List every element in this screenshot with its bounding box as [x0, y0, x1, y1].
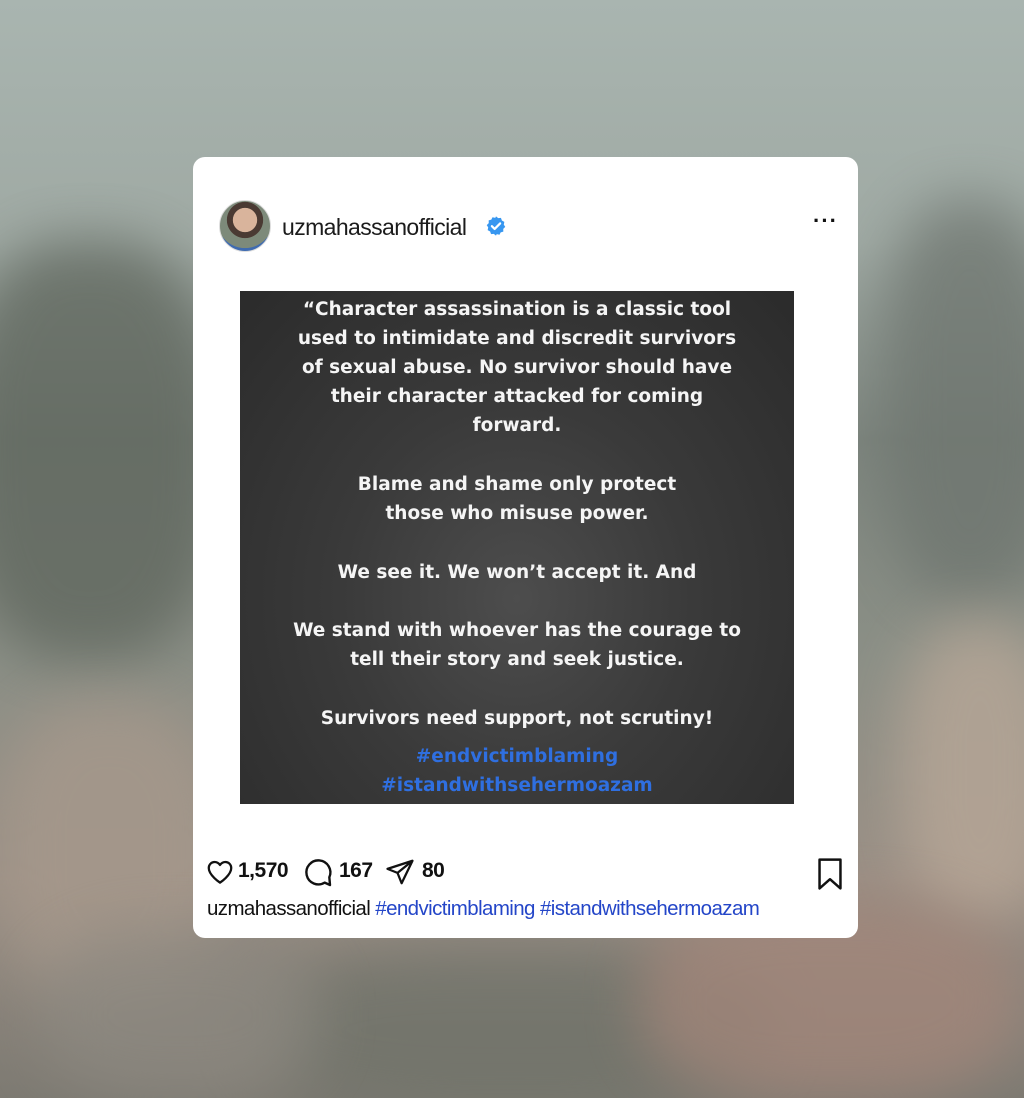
quote-paragraph-2: Blame and shame only protect those who m…	[357, 474, 677, 524]
verified-badge-icon	[486, 216, 506, 236]
caption-username[interactable]: uzmahassanofficial	[207, 897, 371, 920]
caption-hashtag-2[interactable]: #istandwithsehermoazam	[540, 897, 760, 920]
share-icon[interactable]	[385, 857, 415, 887]
caption-hashtag-1[interactable]: #endvictimblaming	[375, 897, 535, 920]
image-hashtags: #endvictimblaming #istandwithsehermoazam	[381, 746, 653, 796]
quote-paragraph-5: Survivors need support, not scrutiny!	[320, 708, 714, 729]
bookmark-icon[interactable]	[815, 857, 845, 891]
post-caption: uzmahassanofficial #endvictimblaming #is…	[207, 897, 760, 921]
more-options-button[interactable]: ···	[813, 208, 838, 234]
heart-icon[interactable]	[205, 857, 235, 887]
shares-count[interactable]: 80	[422, 859, 445, 883]
post-actions-bar: 1,570 167 80	[205, 857, 845, 890]
quote-paragraph-1: “Character assassination is a classic to…	[297, 299, 737, 436]
likes-count[interactable]: 1,570	[238, 859, 289, 883]
instagram-post-card: uzmahassanofficial ··· “Character assass…	[193, 157, 858, 938]
post-image: “Character assassination is a classic to…	[240, 291, 794, 804]
quote-paragraph-4: We stand with whoever has the courage to…	[293, 620, 741, 670]
comments-count[interactable]: 167	[339, 859, 373, 883]
post-username[interactable]: uzmahassanofficial	[282, 214, 467, 241]
profile-avatar[interactable]	[219, 200, 271, 252]
quote-paragraph-3: We see it. We won’t accept it. And	[337, 562, 697, 583]
comment-icon[interactable]	[302, 857, 334, 889]
